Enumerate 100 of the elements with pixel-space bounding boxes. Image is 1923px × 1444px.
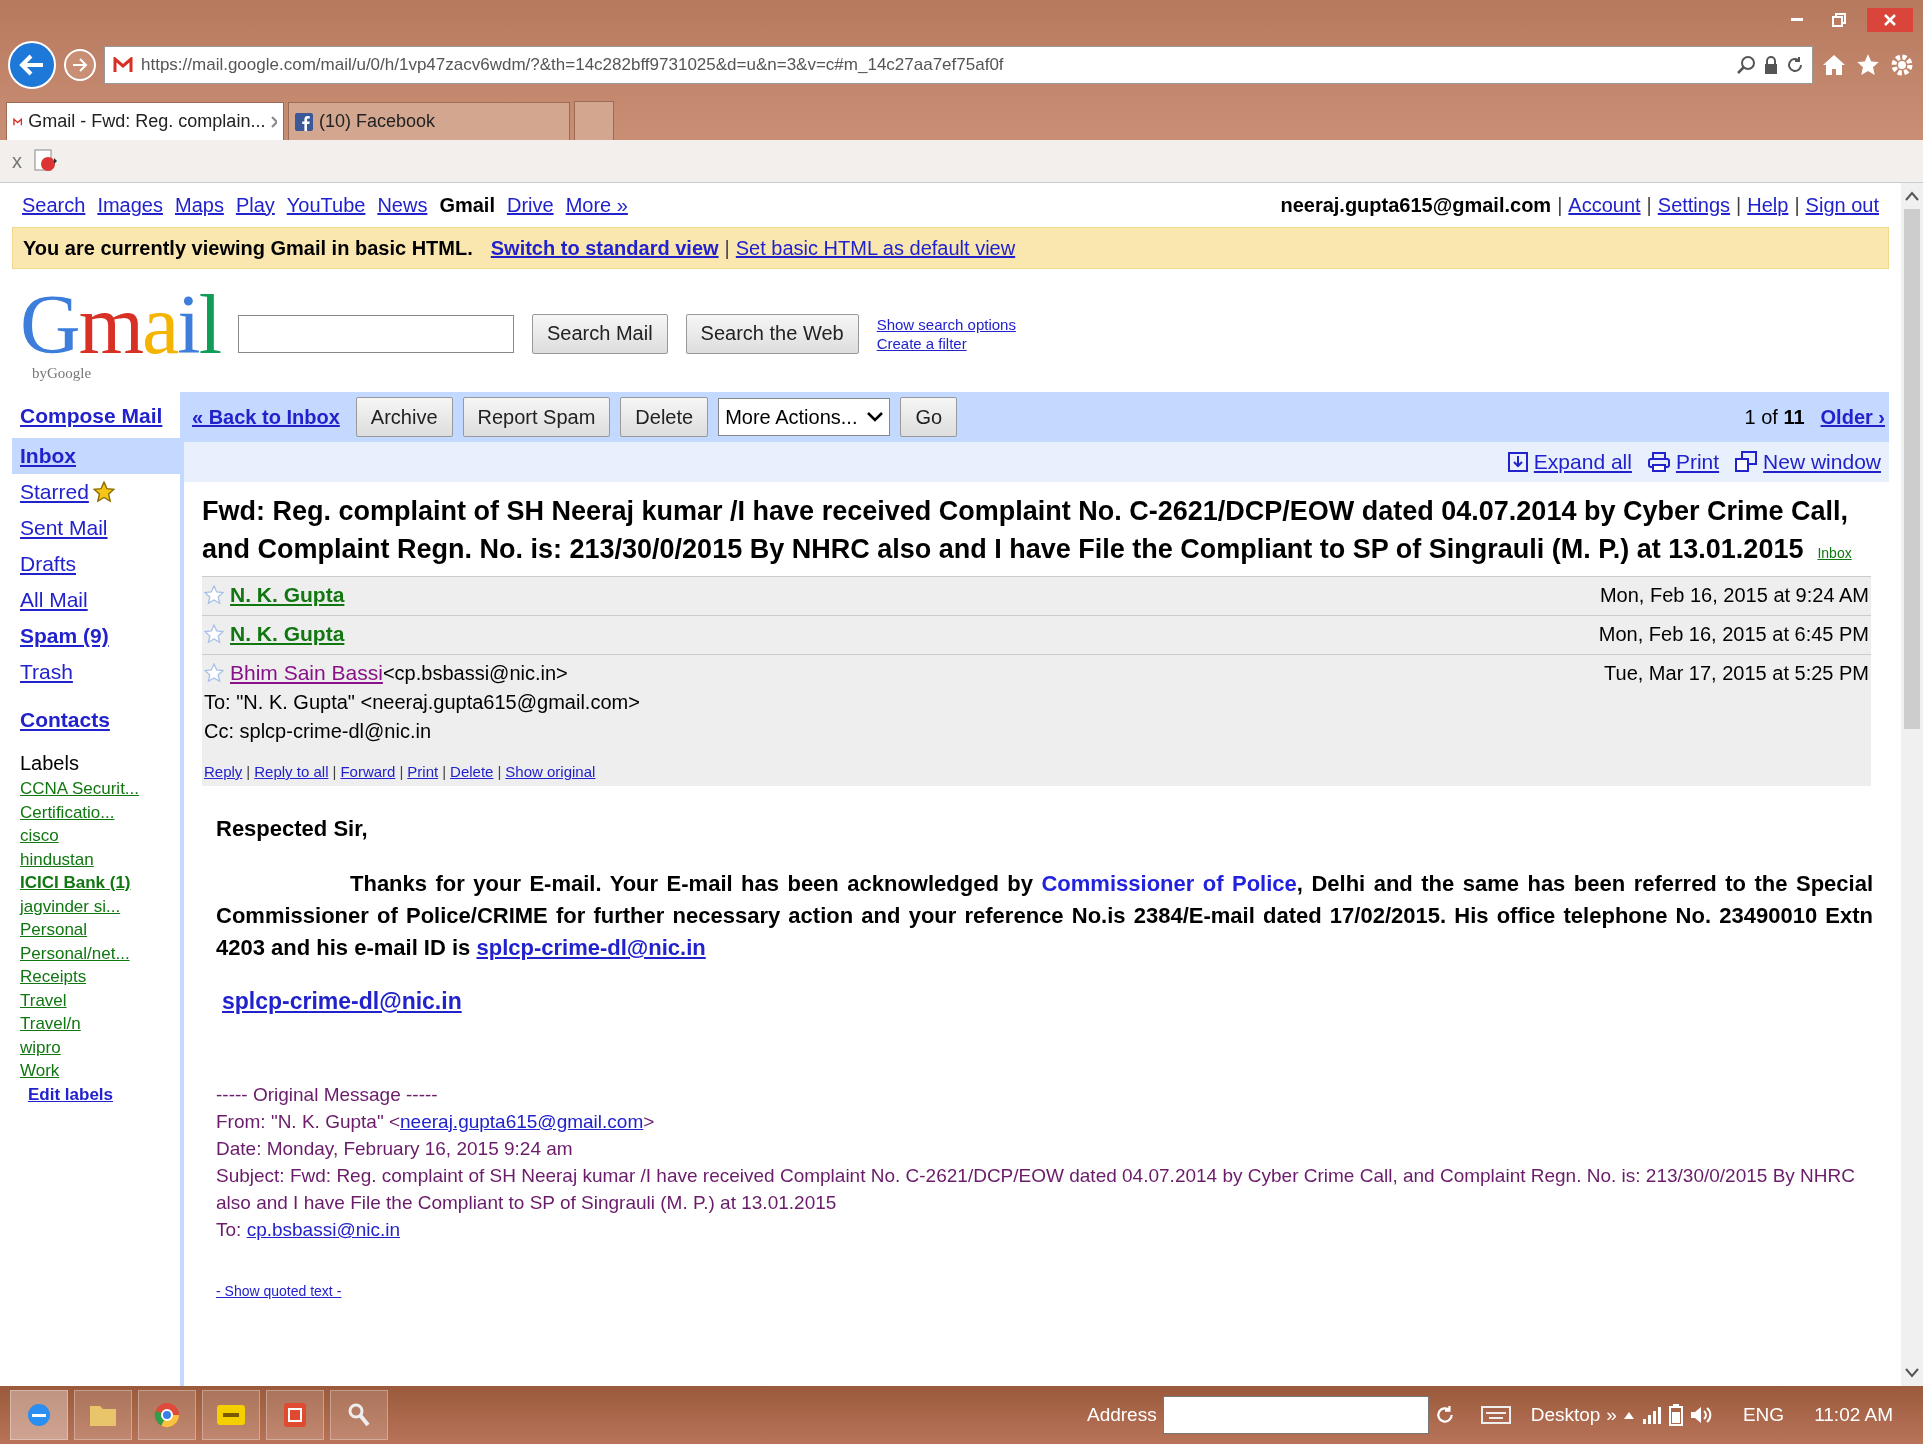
folder-link[interactable]: Starred (12, 474, 180, 510)
action-button[interactable]: Report Spam (462, 397, 611, 437)
label-link[interactable]: Personal (12, 920, 180, 944)
go-button[interactable]: Go (900, 397, 958, 437)
action-button[interactable]: Archive (355, 397, 453, 437)
folder-link[interactable]: All Mail (12, 582, 180, 618)
top-nav-link[interactable]: YouTube (286, 193, 366, 216)
star-icon[interactable] (92, 481, 115, 503)
browser-tab[interactable]: Gmail - Fwd: Reg. complain... (6, 102, 284, 140)
message-action-link[interactable]: Print (407, 763, 439, 780)
search-icon[interactable] (1736, 55, 1756, 75)
notice-link[interactable]: Switch to standard view (490, 236, 719, 260)
taskbar-app-button[interactable] (138, 1390, 196, 1440)
compose-link[interactable]: Compose Mail (12, 398, 180, 434)
search-field[interactable] (238, 314, 514, 353)
toolbar-close-text[interactable]: x (12, 149, 22, 173)
taskbar-address-field[interactable] (1162, 1396, 1429, 1434)
star-icon[interactable] (204, 585, 224, 605)
sender-link[interactable]: Bhim Sain Bassi (230, 661, 383, 685)
speaker-icon[interactable] (1688, 1405, 1713, 1425)
message-row[interactable]: N. K. Gupta Mon, Feb 16, 2015 at 6:45 PM (202, 615, 1871, 654)
folder-link[interactable]: Inbox (12, 438, 180, 474)
conversation-tool-link[interactable]: Print (1647, 450, 1720, 474)
search-button[interactable]: Search Mail (532, 313, 668, 354)
email-link[interactable]: splcp-crime-dl@nic.in (222, 988, 462, 1015)
account-link[interactable]: Sign out (1805, 193, 1879, 216)
older-link[interactable]: Older › (1820, 405, 1885, 429)
desktop-toolbar-label[interactable]: Desktop (1530, 1404, 1601, 1426)
account-link[interactable]: Help (1747, 193, 1789, 216)
message-row[interactable]: N. K. Gupta Mon, Feb 16, 2015 at 9:24 AM (202, 576, 1871, 615)
show-quoted-text-link[interactable]: - Show quoted text - (216, 1283, 342, 1299)
forward-button[interactable] (64, 49, 96, 81)
search-option-link[interactable]: Create a filter (876, 334, 1016, 352)
message-action-link[interactable]: Reply to all (254, 763, 329, 780)
star-icon[interactable] (1855, 53, 1881, 77)
refresh-icon[interactable] (1786, 56, 1804, 74)
document-icon[interactable] (32, 148, 58, 174)
label-link[interactable]: Personal/net... (12, 943, 180, 967)
label-link[interactable]: wipro (12, 1037, 180, 1061)
scroll-down-icon[interactable] (1905, 1368, 1919, 1378)
label-link[interactable]: Receipts (12, 967, 180, 991)
label-link[interactable]: CCNA Securit... (12, 779, 180, 803)
account-link[interactable]: Account (1568, 193, 1641, 216)
message-action-link[interactable]: Reply (204, 763, 243, 780)
browser-tab[interactable]: (10) Facebook (288, 102, 570, 140)
scroll-up-icon[interactable] (1905, 191, 1919, 201)
refresh-icon[interactable] (1434, 1405, 1455, 1425)
label-link[interactable]: Certificatio... (12, 802, 180, 826)
email-link[interactable]: splcp-crime-dl@nic.in (476, 935, 706, 960)
conversation-tool-link[interactable]: New window (1735, 450, 1881, 474)
message-action-link[interactable]: Forward (340, 763, 396, 780)
star-icon[interactable] (204, 663, 224, 683)
language-indicator[interactable]: ENG (1742, 1404, 1785, 1426)
signal-icon[interactable] (1640, 1405, 1663, 1425)
close-button[interactable] (1867, 8, 1913, 32)
address-bar[interactable]: https://mail.google.com/mail/u/0/h/1vp47zacv6wdm/?&th=14c282bff9731025&d=u&n=3&v=c#m_14c27aa7ef75af0f (104, 46, 1813, 84)
folder-link[interactable]: Spam (9) (12, 618, 180, 654)
top-nav-link[interactable]: More » (565, 193, 628, 216)
back-to-inbox-link[interactable]: « Back to Inbox (192, 405, 340, 429)
settings-icon[interactable] (1889, 52, 1915, 78)
back-button[interactable] (8, 41, 56, 89)
label-link[interactable]: Work (12, 1061, 180, 1085)
label-link[interactable]: Travel (12, 990, 180, 1014)
folder-link[interactable]: Trash (12, 654, 180, 690)
label-link[interactable]: Travel/n (12, 1014, 180, 1038)
battery-icon[interactable] (1668, 1404, 1683, 1426)
notice-link[interactable]: Set basic HTML as default view (735, 236, 1016, 260)
clock-text[interactable]: 11:02 AM (1814, 1404, 1893, 1426)
top-nav-link[interactable]: Gmail (439, 193, 495, 216)
edit-labels-link[interactable]: Edit labels (12, 1084, 180, 1105)
top-nav-link[interactable]: Drive (506, 193, 554, 216)
more-actions-select[interactable]: More Actions... (718, 398, 891, 436)
search-option-link[interactable]: Show search options (876, 315, 1016, 333)
action-button[interactable]: Delete (620, 397, 709, 437)
toolbar-chevron[interactable]: » (1606, 1404, 1617, 1426)
label-link[interactable]: jagvinder si... (12, 896, 180, 920)
sender-link[interactable]: N. K. Gupta (230, 622, 345, 646)
conversation-tool-link[interactable]: Expand all (1507, 450, 1632, 474)
new-tab-button[interactable] (574, 101, 614, 140)
label-link[interactable]: ICICI Bank (1) (12, 873, 180, 897)
top-nav-link[interactable]: News (377, 193, 428, 216)
inbox-label-link[interactable]: Inbox (1817, 545, 1852, 561)
message-action-link[interactable]: Show original (505, 763, 596, 780)
taskbar-app-button[interactable] (330, 1390, 388, 1440)
message-row[interactable]: Bhim Sain Bassi<cp.bsbassi@nic.in> Tue, Mar 17, 2015 at 5:25 PM To: "N. K. Gupta" <neeraj.gupta615@gmail.com> Cc: splcp-crime-dl@nic.in Reply | Reply to all | Forward | Print | Delete | Show original (202, 654, 1871, 786)
search-button[interactable]: Search the Web (685, 313, 859, 354)
scrollbar[interactable] (1901, 183, 1923, 1386)
message-action-link[interactable]: Delete (450, 763, 494, 780)
label-link[interactable]: cisco (12, 826, 180, 850)
top-nav-link[interactable]: Images (97, 193, 163, 216)
star-icon[interactable] (204, 624, 224, 644)
keyboard-icon[interactable] (1480, 1406, 1511, 1424)
top-nav-link[interactable]: Play (235, 193, 275, 216)
sender-link[interactable]: N. K. Gupta (230, 583, 345, 607)
account-link[interactable]: Settings (1657, 193, 1731, 216)
folder-link[interactable]: Sent Mail (12, 510, 180, 546)
top-nav-link[interactable]: Maps (174, 193, 224, 216)
taskbar-app-button[interactable] (266, 1390, 324, 1440)
email-link[interactable]: cp.bsbassi@nic.in (246, 1219, 401, 1240)
top-nav-link[interactable]: Search (22, 193, 86, 216)
